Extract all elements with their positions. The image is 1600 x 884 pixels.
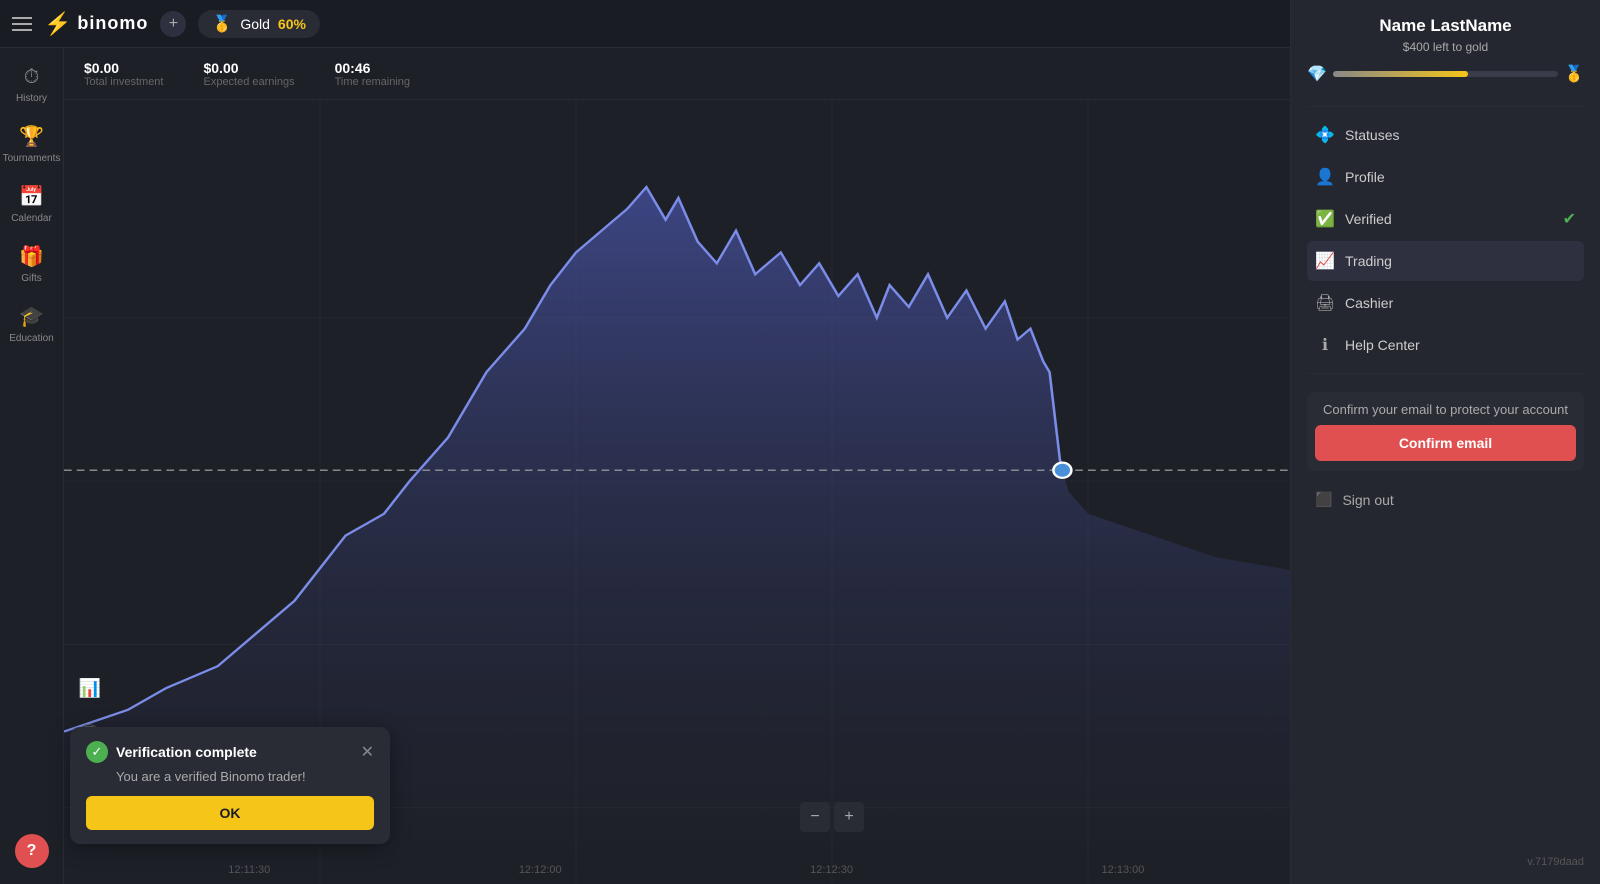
menu-item-help-center[interactable]: ℹ Help Center [1307, 325, 1584, 365]
topbar-left: ⚡ binomo + 🥇 Gold 60% [12, 10, 1332, 38]
sidebar-bottom: ? [15, 826, 49, 876]
toast-header: ✓ Verification complete ✕ [86, 741, 374, 763]
diamond-empty-icon: 💎 [1307, 64, 1327, 84]
sidebar-item-history[interactable]: ⏱ History [0, 56, 63, 114]
sidebar-label-calendar: Calendar [11, 213, 52, 224]
email-confirm-text: Confirm your email to protect your accou… [1315, 402, 1576, 417]
education-icon: 🎓 [19, 304, 44, 329]
menu-item-profile[interactable]: 👤 Profile [1307, 157, 1584, 197]
verified-label: Verified [1345, 211, 1553, 227]
trading-label: Trading [1345, 253, 1576, 269]
history-icon: ⏱ [24, 66, 40, 89]
zoom-in-button[interactable]: + [834, 802, 864, 832]
total-investment-value: $0.00 [84, 60, 163, 76]
sidebar-label-history: History [16, 93, 47, 104]
progress-fill [1333, 71, 1468, 77]
statuses-label: Statuses [1345, 127, 1576, 143]
diamond-gold-icon: 🥇 [1564, 64, 1584, 84]
logo-text: binomo [77, 13, 148, 34]
sidebar-item-calendar[interactable]: 📅 Calendar [0, 174, 63, 234]
trading-icon: 📈 [1315, 251, 1335, 271]
menu-item-statuses[interactable]: 💠 Statuses [1307, 115, 1584, 155]
statuses-icon: 💠 [1315, 125, 1335, 145]
menu-item-trading[interactable]: 📈 Trading [1307, 241, 1584, 281]
logo-bolt-icon: ⚡ [44, 11, 71, 37]
menu-item-verified[interactable]: ✅ Verified ✔ [1307, 199, 1584, 239]
sidebar-item-tournaments[interactable]: 🏆 Tournaments [0, 114, 63, 174]
divider-2 [1307, 373, 1584, 374]
gifts-icon: 🎁 [19, 244, 44, 269]
sidebar-item-education[interactable]: 🎓 Education [0, 294, 63, 354]
toast-notification: ✓ Verification complete ✕ You are a veri… [70, 727, 390, 844]
email-confirm-section: Confirm your email to protect your accou… [1307, 392, 1584, 471]
help-center-label: Help Center [1345, 337, 1576, 353]
menu-item-sign-out[interactable]: ⬛ Sign out [1307, 481, 1584, 518]
toast-title: Verification complete [116, 744, 353, 760]
verified-check-icon: ✔ [1563, 209, 1576, 229]
version-text: v.7179daad [1307, 848, 1584, 868]
xaxis-label-2: 12:12:30 [810, 864, 853, 876]
sidebar-item-gifts[interactable]: 🎁 Gifts [0, 234, 63, 294]
cashier-icon: 🖨 [1315, 293, 1335, 313]
calendar-icon: 📅 [19, 184, 44, 209]
account-selector[interactable]: 🥇 Gold 60% [198, 10, 320, 38]
toast-body: You are a verified Binomo trader! [86, 769, 374, 784]
time-remaining-value: 00:46 [335, 60, 410, 76]
xaxis-label-3: 12:13:00 [1102, 864, 1145, 876]
panel-gold-left: $400 left to gold [1307, 40, 1584, 54]
gold-icon: 🥇 [212, 14, 232, 34]
tournaments-icon: 🏆 [19, 124, 44, 149]
profile-label: Profile [1345, 169, 1576, 185]
divider-1 [1307, 106, 1584, 107]
toast-check-icon: ✓ [86, 741, 108, 763]
confirm-email-button[interactable]: Confirm email [1315, 425, 1576, 461]
sidebar-label-education: Education [9, 333, 53, 344]
progress-bar [1333, 71, 1558, 77]
xaxis-label-0: 12:11:30 [228, 864, 270, 876]
sign-out-label: Sign out [1342, 492, 1393, 508]
sidebar: ⏱ History 🏆 Tournaments 📅 Calendar 🎁 Gif… [0, 48, 64, 884]
account-pct: 60% [278, 16, 306, 32]
panel-user-name: Name LastName [1307, 16, 1584, 36]
stat-expected-earnings: $0.00 Expected earnings [203, 60, 294, 88]
add-account-button[interactable]: + [160, 11, 186, 37]
stat-total-investment: $0.00 Total investment [84, 60, 163, 88]
sign-out-icon: ⬛ [1315, 491, 1332, 508]
sidebar-label-tournaments: Tournaments [3, 153, 61, 164]
dropdown-panel: Name LastName $400 left to gold 💎 🥇 💠 St… [1290, 0, 1600, 884]
toast-ok-button[interactable]: OK [86, 796, 374, 830]
account-name: Gold [240, 16, 270, 32]
stat-time-remaining: 00:46 Time remaining [335, 60, 410, 88]
expected-earnings-value: $0.00 [203, 60, 294, 76]
zoom-controls: − + [800, 802, 864, 832]
sidebar-label-gifts: Gifts [21, 273, 42, 284]
time-remaining-label: Time remaining [335, 76, 410, 88]
chart-tool-bar[interactable]: 📊 [74, 672, 106, 704]
expected-earnings-label: Expected earnings [203, 76, 294, 88]
cashier-label: Cashier [1345, 295, 1576, 311]
profile-icon: 👤 [1315, 167, 1335, 187]
total-investment-label: Total investment [84, 76, 163, 88]
help-center-icon: ℹ [1315, 335, 1335, 355]
logo: ⚡ binomo [44, 11, 148, 37]
panel-progress: 💎 🥇 [1307, 64, 1584, 84]
menu-icon[interactable] [12, 17, 32, 31]
menu-item-cashier[interactable]: 🖨 Cashier [1307, 283, 1584, 323]
toast-close-button[interactable]: ✕ [361, 742, 374, 762]
verified-icon: ✅ [1315, 209, 1335, 229]
zoom-out-button[interactable]: − [800, 802, 830, 832]
help-button[interactable]: ? [15, 834, 49, 868]
xaxis-label-1: 12:12:00 [519, 864, 562, 876]
